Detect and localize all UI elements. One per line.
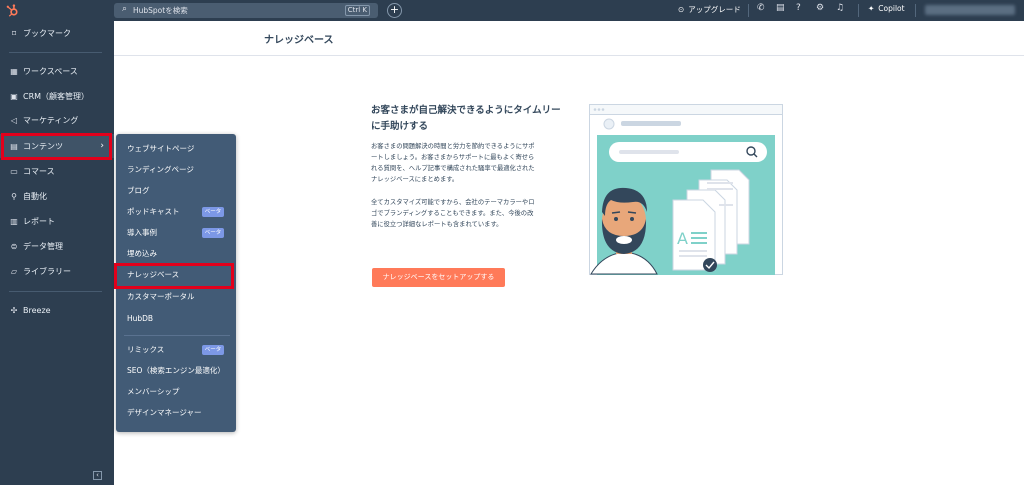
- global-search-bar[interactable]: ⌕ HubSpotを検索 Ctrl K: [114, 3, 378, 18]
- sidebar-item-automation[interactable]: ⚲ 自動化: [0, 184, 114, 208]
- automation-icon: ⚲: [11, 191, 17, 201]
- sidebar-item-label: コマース: [23, 166, 55, 176]
- setup-knowledge-base-button[interactable]: ナレッジベースをセットアップする: [372, 268, 505, 287]
- sidebar-item-breeze[interactable]: ✣ Breeze: [0, 298, 114, 322]
- svg-text:A: A: [677, 229, 688, 248]
- flyout-item-memberships[interactable]: メンバーシップ: [127, 385, 179, 399]
- hubspot-logo-icon[interactable]: [5, 3, 20, 18]
- flyout-item-hubdb[interactable]: HubDB: [127, 312, 153, 326]
- sidebar-item-data-management[interactable]: ⊜ データ管理: [0, 234, 114, 258]
- flyout-item-embeds[interactable]: 埋め込み: [127, 247, 157, 261]
- topbar-divider: [915, 4, 916, 17]
- settings-gear-icon[interactable]: ⚙: [816, 3, 824, 13]
- top-navigation-bar: ⌕ HubSpotを検索 Ctrl K + ⊙ アップグレード ✆ ▤ ? ⚙ …: [0, 0, 1024, 21]
- sidebar-divider: [9, 52, 102, 53]
- sidebar-item-label: ライブラリー: [23, 266, 71, 276]
- notifications-bell-icon[interactable]: ♫: [836, 3, 844, 13]
- copilot-label: Copilot: [878, 4, 905, 13]
- highlight-box-knowledge-base: [114, 263, 234, 289]
- commerce-icon: ▭: [10, 166, 18, 176]
- sidebar-item-label: ワークスペース: [23, 66, 78, 76]
- beta-badge: ベータ: [202, 207, 224, 217]
- sidebar-item-marketing[interactable]: ◁ マーケティング: [0, 108, 114, 132]
- copilot-sparkle-icon: ✦: [868, 4, 875, 13]
- upgrade-label: アップグレード: [688, 5, 741, 14]
- sidebar-item-label: マーケティング: [23, 115, 79, 125]
- collapse-arrow-icon: ‹: [96, 471, 99, 479]
- flyout-item-blog[interactable]: ブログ: [127, 184, 150, 198]
- upgrade-button[interactable]: ⊙ アップグレード: [678, 4, 741, 15]
- knowledge-base-customization-text: 全てカスタマイズ可能ですから、会社のテーマカラーやロゴでブランディングすることも…: [371, 199, 535, 228]
- database-icon: ⊜: [10, 241, 18, 251]
- flyout-item-website-pages[interactable]: ウェブサイトページ: [127, 142, 194, 156]
- beta-badge: ベータ: [202, 228, 224, 238]
- sidebar-item-crm[interactable]: ▣ CRM（顧客管理）: [0, 84, 114, 108]
- knowledge-base-description: お客さまの問題解決の時間と労力を節約できるようにサポートしましょう。お客さまから…: [371, 143, 535, 183]
- main-sidebar: ⌑ ブックマーク ▦ ワークスペース ▣ CRM（顧客管理） ◁ マーケティング…: [0, 21, 114, 485]
- sidebar-divider: [9, 291, 102, 292]
- knowledge-base-illustration: A: [589, 104, 783, 275]
- highlight-box-content: [1, 133, 112, 160]
- flyout-item-remix[interactable]: リミックス: [127, 343, 164, 357]
- search-icon: ⌕: [122, 4, 128, 14]
- sidebar-item-label: データ管理: [23, 241, 63, 251]
- reports-icon: ▥: [10, 216, 18, 226]
- sidebar-item-label: 自動化: [23, 191, 47, 201]
- topbar-divider: [748, 4, 749, 17]
- flyout-item-landing-pages[interactable]: ランディングページ: [127, 163, 194, 177]
- sidebar-item-library[interactable]: ▱ ライブラリー: [0, 259, 114, 283]
- sidebar-item-label: ブックマーク: [23, 28, 71, 38]
- sidebar-item-bookmarks[interactable]: ⌑ ブックマーク: [0, 21, 114, 45]
- page-title: ナレッジベース: [264, 35, 334, 46]
- flyout-item-case-studies[interactable]: 導入事例: [127, 226, 157, 240]
- flyout-item-design-manager[interactable]: デザインマネージャー: [127, 406, 201, 420]
- help-icon[interactable]: ?: [796, 3, 801, 13]
- sidebar-item-workspace[interactable]: ▦ ワークスペース: [0, 59, 114, 83]
- marketplace-icon[interactable]: ▤: [776, 3, 785, 13]
- upgrade-icon: ⊙: [678, 5, 685, 14]
- grid-icon: ▦: [10, 66, 18, 76]
- topbar-divider: [858, 4, 859, 17]
- sidebar-item-reports[interactable]: ▥ レポート: [0, 209, 114, 233]
- search-shortcut-hint: Ctrl K: [344, 5, 370, 16]
- copilot-button[interactable]: ✦ Copilot: [868, 4, 905, 13]
- contacts-icon: ▣: [10, 91, 18, 101]
- sidebar-item-label: Breeze: [23, 305, 51, 315]
- flyout-item-podcasts[interactable]: ポッドキャスト: [127, 205, 180, 219]
- flyout-item-seo[interactable]: SEO（検索エンジン最適化）: [127, 364, 225, 378]
- phone-icon[interactable]: ✆: [757, 3, 765, 13]
- add-new-button[interactable]: +: [387, 3, 402, 18]
- bookmark-icon: ⌑: [11, 28, 17, 38]
- flyout-item-customer-portal[interactable]: カスタマーポータル: [127, 290, 195, 304]
- knowledge-base-headline: お客さまが自己解決できるようにタイムリーに手助けする: [371, 105, 561, 132]
- account-menu-blurred[interactable]: [925, 5, 1015, 15]
- beta-badge: ベータ: [202, 345, 224, 355]
- folder-icon: ▱: [10, 266, 18, 276]
- sidebar-item-label: レポート: [23, 216, 55, 226]
- collapse-sidebar-button[interactable]: ‹: [93, 471, 102, 480]
- megaphone-icon: ◁: [10, 115, 18, 125]
- sidebar-item-commerce[interactable]: ▭ コマース: [0, 159, 114, 183]
- page-header: ナレッジベース: [114, 21, 1024, 56]
- flyout-divider: [124, 335, 230, 336]
- search-placeholder: HubSpotを検索: [133, 6, 188, 15]
- sidebar-item-label: CRM（顧客管理）: [23, 91, 90, 101]
- breeze-icon: ✣: [10, 305, 18, 315]
